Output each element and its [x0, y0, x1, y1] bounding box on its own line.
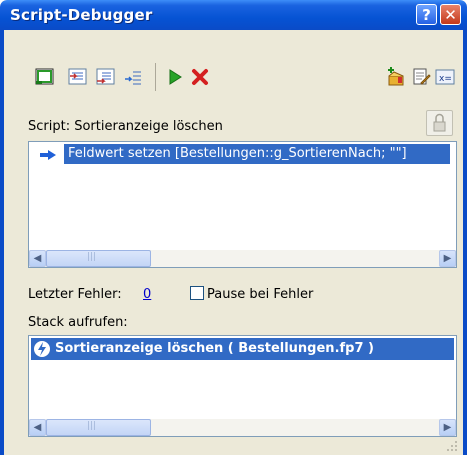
stack-scroll-left-button[interactable]: ◀: [29, 419, 46, 436]
set-breakpoint-button[interactable]: [385, 66, 407, 88]
scroll-thumb[interactable]: |||: [46, 250, 151, 267]
scroll-right-button[interactable]: ▶: [439, 250, 456, 267]
step-into-button[interactable]: [67, 66, 89, 88]
call-stack-label: Stack aufrufen:: [28, 315, 128, 330]
lock-icon: [433, 113, 446, 132]
call-stack-row[interactable]: Sortieranzeige löschen ( Bestellungen.fp…: [31, 338, 454, 360]
step-into-icon: [68, 68, 87, 85]
unlock-button[interactable]: [426, 110, 453, 136]
scroll-grip: |||: [87, 252, 97, 262]
script-step-row[interactable]: Feldwert setzen [Bestellungen::g_Sortier…: [64, 144, 450, 164]
set-next-step-icon: [125, 71, 141, 85]
svg-text:x=: x=: [439, 74, 452, 84]
scroll-left-button[interactable]: ◀: [29, 250, 46, 267]
run-button[interactable]: [164, 66, 186, 88]
debugger-window: Script-Debugger ? ✕ x= Script: Sortieran…: [0, 0, 467, 455]
set-next-step-button[interactable]: [123, 66, 145, 88]
last-error-label: Letzter Fehler:: [28, 287, 122, 302]
script-steps-list[interactable]: Feldwert setzen [Bestellungen::g_Sortier…: [28, 141, 457, 268]
window-frame-right[interactable]: [463, 30, 467, 455]
script-horizontal-scrollbar[interactable]: ◀ ||| ▶: [29, 250, 456, 267]
stack-scroll-thumb[interactable]: |||: [46, 419, 151, 436]
step-over-button[interactable]: [34, 66, 56, 88]
stop-x-icon: [192, 69, 208, 85]
data-viewer-icon: x=: [435, 69, 455, 85]
stack-scroll-grip: |||: [87, 421, 97, 431]
stack-scroll-right-button[interactable]: ▶: [439, 419, 456, 436]
breakpoint-icon: [388, 67, 404, 86]
title-bar[interactable]: Script-Debugger ? ✕: [0, 0, 467, 30]
script-lightning-icon: [34, 341, 50, 357]
data-viewer-button[interactable]: x=: [434, 66, 456, 88]
resize-grip-icon[interactable]: [446, 440, 458, 452]
stack-horizontal-scrollbar[interactable]: ◀ ||| ▶: [29, 419, 456, 436]
close-button[interactable]: ✕: [440, 4, 461, 25]
call-stack-item-text: Sortieranzeige löschen ( Bestellungen.fp…: [55, 341, 374, 356]
script-name-label: Script: Sortieranzeige löschen: [28, 119, 223, 134]
play-icon: [169, 69, 182, 85]
last-error-value[interactable]: 0: [143, 287, 151, 302]
window-title: Script-Debugger: [10, 6, 153, 24]
pause-on-error-checkbox[interactable]: [190, 286, 204, 300]
step-out-button[interactable]: [95, 66, 117, 88]
edit-script-button[interactable]: [410, 66, 432, 88]
step-over-icon: [35, 68, 54, 85]
edit-script-icon: [413, 68, 431, 85]
halt-button[interactable]: [189, 66, 211, 88]
toolbar-separator: [155, 63, 156, 91]
help-button[interactable]: ?: [416, 4, 437, 25]
call-stack-list[interactable]: Sortieranzeige löschen ( Bestellungen.fp…: [28, 335, 457, 437]
pause-on-error-label[interactable]: Pause bei Fehler: [207, 287, 313, 302]
current-step-arrow-icon: [39, 149, 57, 165]
step-out-icon: [96, 68, 115, 85]
script-step-text: Feldwert setzen [Bestellungen::g_Sortier…: [68, 146, 407, 161]
window-frame-left: [0, 30, 4, 455]
